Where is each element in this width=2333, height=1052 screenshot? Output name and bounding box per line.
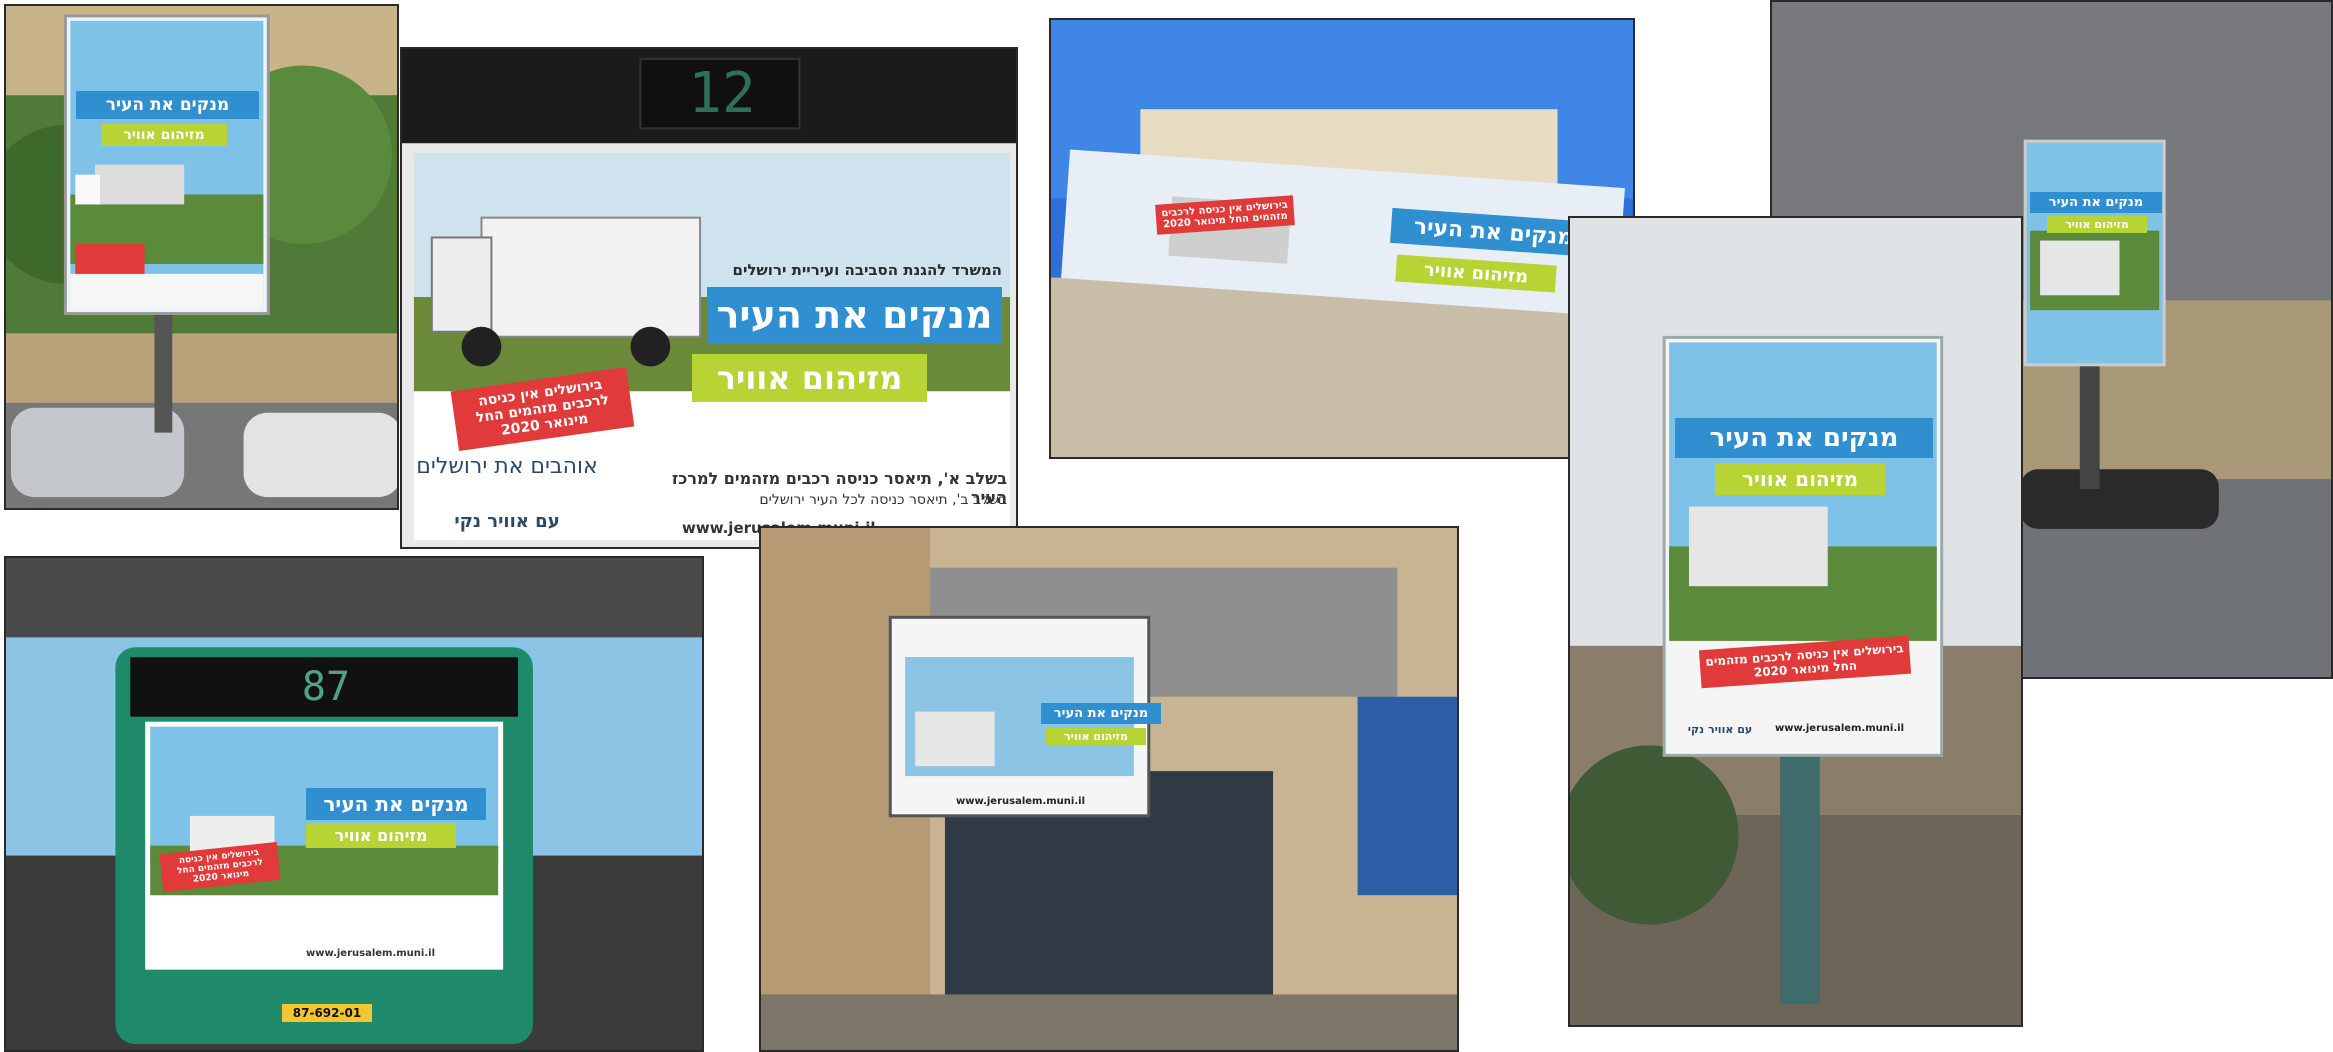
roadside-billboard-website: www.jerusalem.muni.il [1775,723,1905,734]
roadside-billboard-subheadline: מזיהום אוויר [1715,463,1885,495]
street-scene [6,6,397,508]
highway-billboard-subheadline: מזיהום אוויר [2047,216,2147,233]
bus-rear-headline: מנקים את העיר [306,788,486,820]
roadside-billboard-scene [1570,218,2021,1025]
photo-street-pole-poster: מנקים את העיר מזיהום אוויר [4,4,399,510]
mall-banner-website: www.jerusalem.muni.il [956,796,1086,807]
pole-poster-subheadline: מזיהום אוויר [101,124,227,146]
bus-rear-license-plate: 87-692-01 [282,1004,372,1022]
photo-bus-rear-poster: 87 מנקים את העיר מזיהום אוויר בירושלים א… [4,556,704,1052]
highway-billboard-headline: מנקים את העיר [2030,192,2162,213]
bus-front-logo-slogan: עם אוויר נקי [454,511,560,532]
bus-rear-website: www.jerusalem.muni.il [306,948,436,959]
photo-mall-facade-banner: מנקים את העיר מזיהום אוויר www.jerusalem… [759,526,1459,1052]
mall-banner-headline: מנקים את העיר [1041,703,1161,724]
pole-poster-headline: מנקים את העיר [76,91,259,119]
bus-front-info-line-2: בשלב ב', תיאסר כניסה לכל העיר ירושלים [759,492,1007,508]
photo-roadside-vertical-billboard: מנקים את העיר מזיהום אוויר בירושלים אין … [1568,216,2023,1027]
roadside-billboard-headline: מנקים את העיר [1675,418,1933,458]
mall-facade-scene [761,528,1457,1050]
photo-bus-front-poster: 12 המשרד להגנת הסביבה ועיריית ירושלים מנ… [400,47,1018,549]
bus-front-subheadline: מזיהום אוויר [692,354,927,402]
bus-rear-route-display: 87 [301,664,351,710]
bus-rear-subheadline: מזיהום אוויר [306,823,456,848]
bus-front-logo-text: אוהבים את ירושלים [416,454,598,479]
bus-front-headline: מנקים את העיר [707,287,1002,343]
photo-building-banner: מנקים את העיר מזיהום אוויר בירושלים אין … [1049,18,1635,459]
roadside-billboard-slogan: עם אוויר נקי [1687,723,1753,736]
mall-banner-subheadline: מזיהום אוויר [1046,728,1146,745]
bus-front-route-display: 12 [688,61,756,126]
bus-front-top-line: המשרד להגנת הסביבה ועיריית ירושלים [732,261,1003,279]
